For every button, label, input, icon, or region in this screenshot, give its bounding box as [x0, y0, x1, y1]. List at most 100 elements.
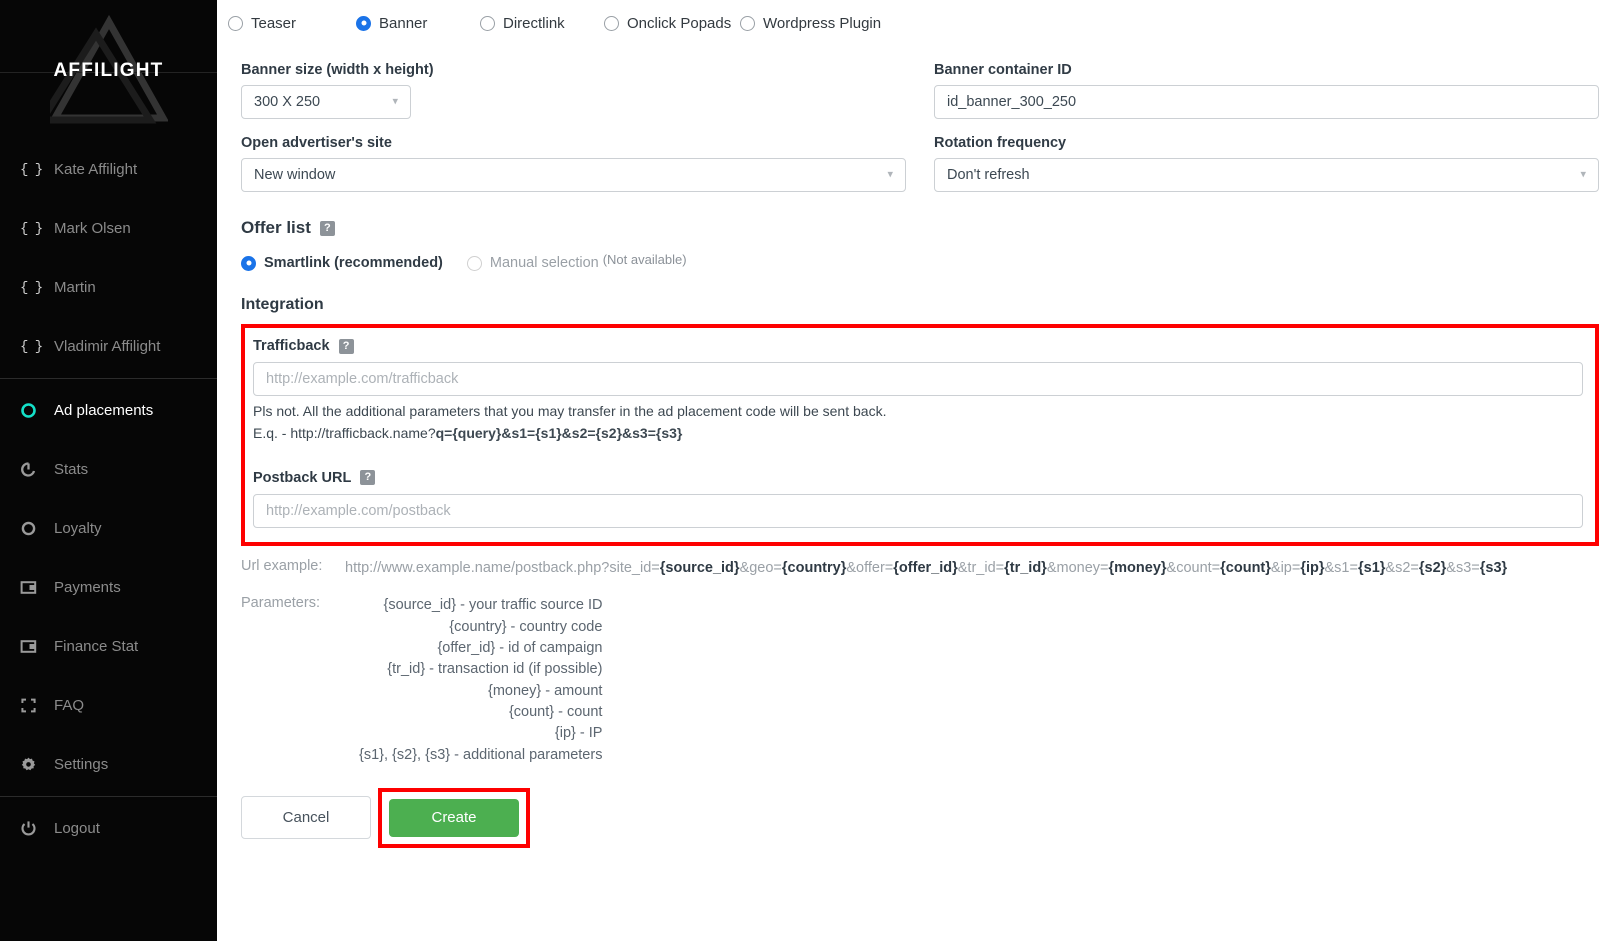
- parameters-list: {source_id} - your traffic source ID {cou…: [345, 595, 602, 766]
- sidebar-item-logout[interactable]: Logout: [0, 799, 217, 858]
- create-button[interactable]: Create: [389, 798, 519, 837]
- parameter-item: {money} - amount: [487, 682, 603, 699]
- url-example-row: Url example: http://www.example.name/pos…: [241, 558, 1599, 579]
- sidebar-item-faq[interactable]: FAQ: [0, 676, 217, 735]
- form-actions: Cancel Create: [241, 787, 1599, 848]
- sidebar-item-label: Payments: [54, 579, 121, 596]
- radio-teaser[interactable]: Teaser: [228, 15, 356, 32]
- sidebar-item-finance-stat[interactable]: Finance Stat: [0, 617, 217, 676]
- url-text-token: &s1=: [1324, 559, 1358, 576]
- sidebar-item-ad-placements[interactable]: Ad placements: [0, 381, 217, 440]
- sidebar-divider-bottom: [0, 796, 217, 797]
- url-param-token: {ip}: [1300, 559, 1325, 576]
- rotation-frequency-field: Rotation frequency Don't refresh ▾: [934, 119, 1599, 192]
- sidebar-item-label: FAQ: [54, 697, 85, 714]
- sidebar-item-label: Settings: [54, 756, 109, 773]
- sidebar-item-label: Loyalty: [54, 520, 102, 537]
- banner-container-id-input[interactable]: id_banner_300_250: [934, 85, 1599, 119]
- parameter-item: {source_id} - your traffic source ID: [383, 597, 603, 614]
- form-row-2: Open advertiser's site New window ▾ Rota…: [241, 119, 1599, 192]
- sidebar-item-martin[interactable]: { } Martin: [0, 258, 217, 317]
- rotation-frequency-value: Don't refresh: [947, 167, 1030, 183]
- url-text-token: &tr_id=: [957, 559, 1005, 576]
- radio-label: Teaser: [251, 14, 297, 32]
- banner-size-field: Banner size (width x height) 300 X 250 ▾: [241, 46, 906, 119]
- sidebar-item-stats[interactable]: Stats: [0, 440, 217, 499]
- ad-type-radio-group: Teaser Banner Directlink Onclick Popads …: [217, 0, 1623, 46]
- url-text-token: &s2=: [1385, 559, 1419, 576]
- create-button-highlight: Create: [378, 787, 530, 848]
- brackets-icon: [20, 697, 50, 714]
- parameter-item: {offer_id} - id of campaign: [437, 639, 603, 656]
- sidebar-item-loyalty[interactable]: Loyalty: [0, 499, 217, 558]
- wallet-icon: [20, 579, 50, 596]
- sidebar-divider: [0, 378, 217, 379]
- url-example-value: http://www.example.name/postback.php?sit…: [345, 558, 1507, 579]
- url-text-token: &ip=: [1270, 559, 1301, 576]
- app-root: AFFILIGHT { } Kate Affilight { } Mark Ol…: [0, 0, 1623, 941]
- integration-title: Integration: [241, 296, 324, 313]
- url-text-token: &count=: [1166, 559, 1221, 576]
- postback-input[interactable]: http://example.com/postback: [253, 493, 1583, 528]
- sidebar-item-mark-olsen[interactable]: { } Mark Olsen: [0, 199, 217, 258]
- radio-wordpress-plugin[interactable]: Wordpress Plugin: [740, 15, 881, 32]
- help-icon-offer-list[interactable]: ?: [319, 220, 335, 236]
- url-example-label: Url example:: [241, 557, 323, 574]
- radio-indicator: [480, 15, 495, 31]
- radio-onclick-popads[interactable]: Onclick Popads: [604, 15, 740, 32]
- banner-size-select[interactable]: 300 X 250 ▾: [241, 85, 411, 119]
- chevron-down-icon: ▾: [887, 168, 893, 181]
- cancel-button[interactable]: Cancel: [241, 796, 371, 840]
- trafficback-label: Trafficback: [253, 338, 330, 354]
- radio-smartlink[interactable]: Smartlink (recommended): [241, 255, 443, 271]
- braces-icon: { }: [20, 338, 43, 355]
- circle-icon: [20, 402, 50, 419]
- url-param-token: {offer_id}: [893, 559, 958, 576]
- parameter-item: {count} - count: [508, 703, 603, 720]
- sidebar-item-label: Logout: [54, 820, 100, 837]
- radio-indicator-disabled: [466, 255, 482, 271]
- chevron-down-icon: ▾: [392, 95, 398, 108]
- open-site-field: Open advertiser's site New window ▾: [241, 119, 906, 192]
- url-text-token: &geo=: [739, 559, 782, 576]
- sidebar-item-kate-affilight[interactable]: { } Kate Affilight: [0, 140, 217, 199]
- form-row-1: Banner size (width x height) 300 X 250 ▾…: [241, 46, 1599, 119]
- sidebar-item-payments[interactable]: Payments: [0, 558, 217, 617]
- sidebar: AFFILIGHT { } Kate Affilight { } Mark Ol…: [0, 0, 217, 941]
- url-param-token: {s3}: [1479, 559, 1508, 576]
- offer-list-radio-group: Smartlink (recommended) Manual selection…: [241, 252, 1599, 271]
- sidebar-item-settings[interactable]: Settings: [0, 735, 217, 794]
- power-icon: [20, 820, 50, 837]
- postback-placeholder: http://example.com/postback: [266, 502, 451, 519]
- radio-directlink[interactable]: Directlink: [480, 15, 604, 32]
- sidebar-item-label: Kate Affilight: [54, 161, 138, 178]
- open-site-label: Open advertiser's site: [241, 135, 392, 151]
- parameter-item: {tr_id} - transaction id (if possible): [387, 661, 603, 678]
- open-site-value: New window: [254, 167, 336, 183]
- help-icon-postback[interactable]: ?: [360, 470, 376, 486]
- braces-icon: { }: [20, 220, 43, 237]
- brand-logo[interactable]: AFFILIGHT: [0, 0, 217, 140]
- trafficback-label-row: Trafficback ?: [253, 338, 1583, 354]
- radio-banner[interactable]: Banner: [356, 15, 480, 32]
- help-icon-trafficback[interactable]: ?: [338, 338, 354, 354]
- url-param-token: {s1}: [1357, 559, 1386, 576]
- url-text-token: &money=: [1046, 559, 1109, 576]
- brand-name: AFFILIGHT: [53, 60, 164, 81]
- sidebar-item-label: Vladimir Affilight: [54, 338, 161, 355]
- trafficback-input[interactable]: http://example.com/trafficback: [253, 362, 1583, 396]
- braces-icon: { }: [20, 279, 43, 296]
- open-site-select[interactable]: New window ▾: [241, 158, 906, 192]
- url-param-token: {tr_id}: [1004, 559, 1047, 576]
- sidebar-item-label: Finance Stat: [54, 638, 139, 655]
- radio-manual-selection: Manual selection: [466, 255, 599, 271]
- url-text-token: &s3=: [1446, 559, 1480, 576]
- rotation-frequency-select[interactable]: Don't refresh ▾: [934, 158, 1599, 192]
- pie-chart-icon: [20, 461, 50, 478]
- placement-form: Banner size (width x height) 300 X 250 ▾…: [217, 46, 1623, 848]
- sidebar-item-vladimir-affilight[interactable]: { } Vladimir Affilight: [0, 317, 217, 376]
- radio-indicator-selected: [241, 255, 256, 271]
- manual-selection-not-available: (Not available): [602, 252, 687, 267]
- url-text-token: &offer=: [846, 559, 894, 576]
- radio-indicator: [228, 15, 243, 31]
